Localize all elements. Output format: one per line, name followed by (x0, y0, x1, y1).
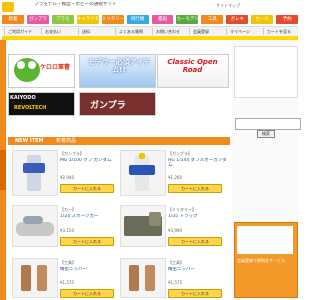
product-image[interactable] (120, 205, 166, 247)
product-category: 【カー】 (60, 207, 76, 212)
nav-category[interactable]: ガレキ (226, 15, 249, 24)
subnav-item[interactable]: お問い合わせ (152, 28, 190, 35)
product-price: ¥3,990 (168, 228, 182, 233)
nav-category[interactable]: ミリタリー (101, 15, 124, 24)
right-promo-image (237, 226, 293, 254)
banner-revoltech-label: REVOLTECH (14, 105, 47, 111)
subnav-item[interactable]: カートを見る (263, 28, 299, 35)
product-category: 【ガンプラ】 (60, 151, 84, 156)
product-name[interactable]: 1/35 トラック (168, 214, 228, 219)
subnav-item[interactable]: よくある質問 (115, 28, 153, 35)
nav-category[interactable]: セール (251, 15, 274, 24)
product-price: ¥1,260 (168, 175, 182, 180)
nav-category[interactable]: カーモデル (176, 15, 199, 24)
banner-classic-label: Classic Open Road (167, 58, 218, 74)
frog-character-icon (14, 58, 40, 82)
right-info-box (234, 46, 298, 98)
right-promo-text: 会員登録で便利なサービス (237, 258, 285, 263)
add-to-cart-button[interactable]: カートに入れる (168, 237, 222, 246)
subnav-item[interactable]: 送料 (78, 28, 116, 35)
nav-category[interactable]: 艦船 (151, 15, 174, 24)
new-item-title: NEW ITEM (15, 138, 44, 144)
add-to-cart-button[interactable]: カートに入れる (168, 289, 222, 298)
nav-category[interactable]: 新着 (2, 15, 24, 24)
add-to-cart-button[interactable]: カートに入れる (60, 289, 114, 298)
product-price: ¥3,150 (60, 228, 74, 233)
banner-keroro-label: ケロロ軍曹 (40, 64, 71, 71)
product-price: ¥1,575 (60, 280, 74, 285)
product-price: ¥2,940 (60, 175, 74, 180)
search-input[interactable] (235, 118, 301, 130)
subnav-item[interactable]: お支払い (41, 28, 79, 35)
product-category: 【工具】 (60, 260, 76, 265)
product-category: 【工具】 (168, 260, 184, 265)
product-price: ¥1,575 (168, 280, 182, 285)
subnav-item[interactable]: マイページ (226, 28, 264, 35)
category-nav: 新着 ガンプラ プラモ キャラクター ミリタリー 飛行機 艦船 カーモデル 工具… (2, 15, 299, 25)
product-image[interactable] (12, 150, 58, 196)
banner-modeler-label: モデラー必須アイテム!! (87, 58, 151, 74)
product-name[interactable]: HG 1/144 ダブルオーガンダム (168, 158, 228, 168)
nav-category[interactable]: 予約 (276, 15, 299, 24)
nav-category[interactable]: 工具 (201, 15, 224, 24)
sidebar-tab[interactable] (0, 150, 6, 190)
site-tagline: プラモデル・模型・ホビーの通販サイト (34, 2, 117, 7)
product-image[interactable] (12, 258, 58, 298)
nav-category[interactable]: キャラクター (76, 15, 99, 24)
product-category: 【ミリタリー】 (168, 207, 196, 212)
sitemap-link[interactable]: サイトマップ (216, 3, 240, 9)
product-name[interactable]: MG 1/100 グフ ガンダム (60, 158, 120, 163)
product-image[interactable] (12, 205, 58, 247)
subnav-item[interactable]: 会員登録 (189, 28, 227, 35)
nav-category[interactable]: ガンプラ (26, 15, 49, 24)
product-category: 【ガンプラ】 (168, 151, 192, 156)
add-to-cart-button[interactable]: カートに入れる (60, 184, 114, 193)
site-logo[interactable] (2, 2, 14, 12)
banner-gunpla-label: ガンプラ (90, 101, 126, 111)
product-name[interactable]: 1/24 スポーツカー (60, 214, 120, 219)
add-to-cart-button[interactable]: カートに入れる (168, 184, 222, 193)
banner-revoltech-brand: KAIYODO (10, 95, 36, 101)
product-name[interactable]: 精密ニッパー (60, 267, 120, 272)
nav-category[interactable]: プラモ (51, 15, 74, 24)
product-image[interactable] (120, 150, 166, 196)
search-button[interactable]: 検索 (257, 130, 275, 138)
subnav-item[interactable]: ご利用ガイド (4, 28, 42, 35)
product-image[interactable] (120, 258, 166, 298)
new-item-subtitle: 新着商品 (56, 138, 77, 144)
add-to-cart-button[interactable]: カートに入れる (60, 237, 114, 246)
product-name[interactable]: 精密ニッパー (168, 267, 228, 272)
nav-category[interactable]: 飛行機 (126, 15, 149, 24)
